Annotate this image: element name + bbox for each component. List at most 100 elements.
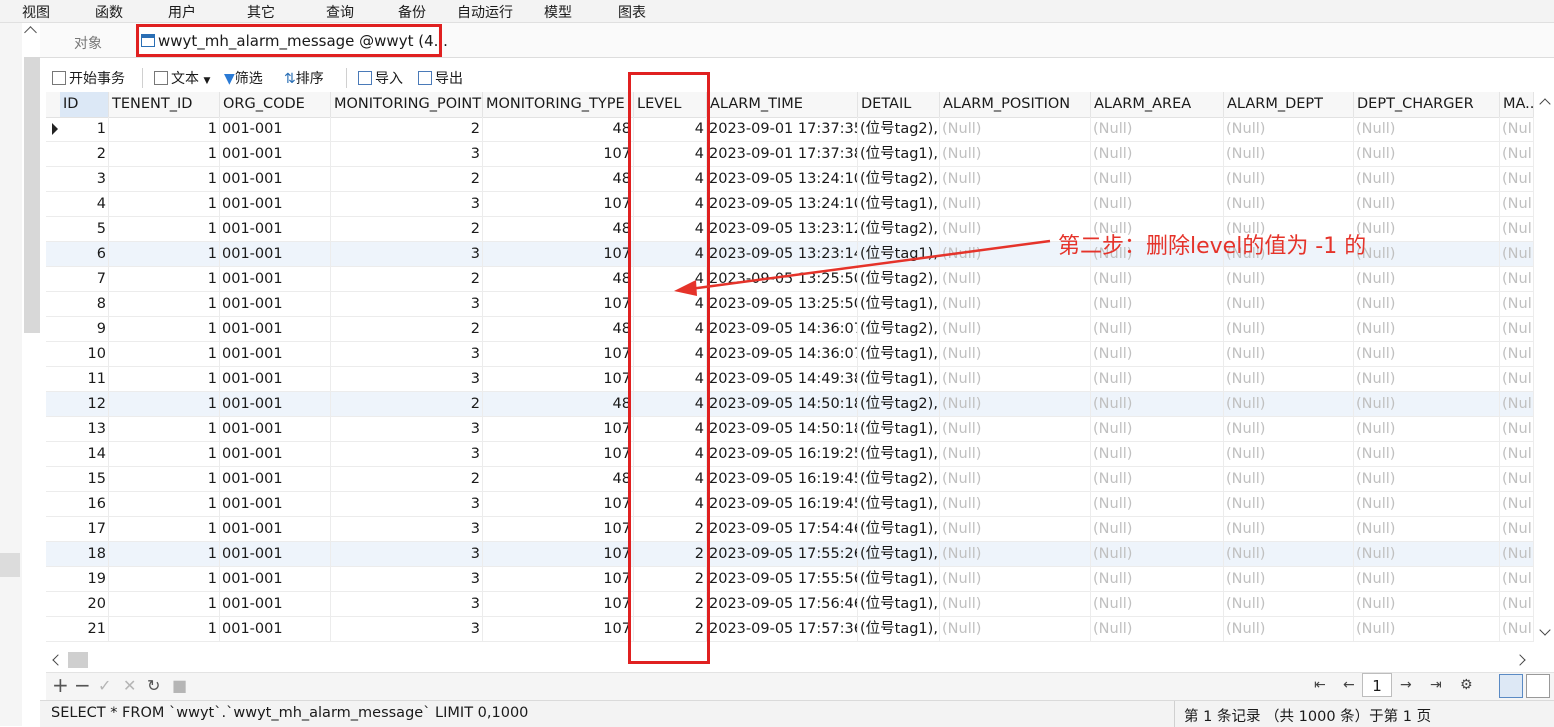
cell-dept-charger[interactable]: (Null)	[1354, 492, 1500, 516]
cell-dept-charger[interactable]: (Null)	[1354, 442, 1500, 466]
cell-alarm-position[interactable]: (Null)	[940, 117, 1091, 141]
cell-dept-charger[interactable]: (Null)	[1354, 192, 1500, 216]
next-page-icon[interactable]: →	[1400, 677, 1412, 693]
cell-monitoring-point[interactable]: 3	[331, 517, 483, 541]
table-row[interactable]: 20 1 001-001 3 107 2 2023-09-05 17:56:46 (位号tag…	[46, 592, 1534, 617]
cell-monitoring-point[interactable]: 2	[331, 117, 483, 141]
cell-more[interactable]: (Null)	[1500, 267, 1534, 291]
cell-alarm-position[interactable]: (Null)	[940, 592, 1091, 616]
cell-more[interactable]: (Null)	[1500, 392, 1534, 416]
cell-dept-charger[interactable]: (Null)	[1354, 517, 1500, 541]
text-button[interactable]: 文本 ▼	[154, 68, 210, 88]
cell-more[interactable]: (Null)	[1500, 217, 1534, 241]
cell-id[interactable]: 20	[60, 592, 109, 616]
cell-alarm-time[interactable]: 2023-09-05 14:50:18	[707, 392, 858, 416]
cell-id[interactable]: 11	[60, 367, 109, 391]
cell-more[interactable]: (Null)	[1500, 592, 1534, 616]
column-header-alarm-time[interactable]: ALARM_TIME	[707, 92, 858, 117]
cell-tenent-id[interactable]: 1	[109, 317, 220, 341]
cell-org-code[interactable]: 001-001	[220, 267, 331, 291]
cell-id[interactable]: 19	[60, 567, 109, 591]
cell-alarm-dept[interactable]: (Null)	[1224, 417, 1354, 441]
cell-monitoring-point[interactable]: 3	[331, 492, 483, 516]
cell-alarm-time[interactable]: 2023-09-05 16:19:45	[707, 467, 858, 491]
column-header-dept-charger[interactable]: DEPT_CHARGER	[1354, 92, 1500, 117]
table-row[interactable]: 9 1 001-001 2 48 4 2023-09-05 14:36:07 (位号tag2)…	[46, 317, 1534, 342]
cell-alarm-position[interactable]: (Null)	[940, 567, 1091, 591]
cell-alarm-position[interactable]: (Null)	[940, 617, 1091, 641]
cell-more[interactable]: (Null)	[1500, 292, 1534, 316]
cell-detail[interactable]: (位号tag2),	[858, 117, 940, 141]
cell-alarm-area[interactable]: (Null)	[1091, 417, 1224, 441]
cell-detail[interactable]: (位号tag1),	[858, 242, 940, 266]
cell-monitoring-type[interactable]: 48	[483, 392, 634, 416]
cell-alarm-position[interactable]: (Null)	[940, 467, 1091, 491]
menu-charts[interactable]: 图表	[618, 2, 646, 22]
scroll-up-icon[interactable]	[1539, 98, 1551, 110]
cell-monitoring-type[interactable]: 107	[483, 542, 634, 566]
cell-alarm-dept[interactable]: (Null)	[1224, 317, 1354, 341]
cell-more[interactable]: (Null)	[1500, 142, 1534, 166]
cell-org-code[interactable]: 001-001	[220, 217, 331, 241]
discard-changes-icon[interactable]: ✕	[123, 676, 136, 695]
cell-alarm-position[interactable]: (Null)	[940, 542, 1091, 566]
cell-monitoring-point[interactable]: 2	[331, 217, 483, 241]
cell-alarm-area[interactable]: (Null)	[1091, 392, 1224, 416]
cell-more[interactable]: (Null)	[1500, 192, 1534, 216]
cell-detail[interactable]: (位号tag1),	[858, 567, 940, 591]
cell-id[interactable]: 15	[60, 467, 109, 491]
cell-monitoring-type[interactable]: 107	[483, 192, 634, 216]
cell-tenent-id[interactable]: 1	[109, 492, 220, 516]
cell-monitoring-type[interactable]: 107	[483, 617, 634, 641]
scroll-down-icon[interactable]	[1539, 624, 1551, 636]
cell-tenent-id[interactable]: 1	[109, 442, 220, 466]
cell-id[interactable]: 8	[60, 292, 109, 316]
stop-icon[interactable]: ■	[172, 676, 187, 695]
cell-monitoring-point[interactable]: 3	[331, 617, 483, 641]
cell-alarm-time[interactable]: 2023-09-05 17:54:46	[707, 517, 858, 541]
tab-objects[interactable]: 对象	[74, 33, 102, 53]
cell-tenent-id[interactable]: 1	[109, 467, 220, 491]
cell-alarm-dept[interactable]: (Null)	[1224, 367, 1354, 391]
cell-alarm-time[interactable]: 2023-09-05 14:49:38	[707, 367, 858, 391]
cell-org-code[interactable]: 001-001	[220, 442, 331, 466]
cell-more[interactable]: (Null)	[1500, 367, 1534, 391]
cell-detail[interactable]: (位号tag2),	[858, 467, 940, 491]
cell-monitoring-point[interactable]: 2	[331, 317, 483, 341]
cell-alarm-area[interactable]: (Null)	[1091, 342, 1224, 366]
cell-id[interactable]: 10	[60, 342, 109, 366]
cell-alarm-dept[interactable]: (Null)	[1224, 492, 1354, 516]
column-header-monitoring-point[interactable]: MONITORING_POINT	[331, 92, 483, 117]
cell-detail[interactable]: (位号tag1),	[858, 342, 940, 366]
previous-page-icon[interactable]: ←	[1343, 677, 1355, 693]
cell-detail[interactable]: (位号tag1),	[858, 192, 940, 216]
table-row[interactable]: 8 1 001-001 3 107 4 2023-09-05 13:25:50 (位号tag1…	[46, 292, 1534, 317]
cell-alarm-time[interactable]: 2023-09-05 16:19:25	[707, 442, 858, 466]
table-row[interactable]: 17 1 001-001 3 107 2 2023-09-05 17:54:46 (位号tag…	[46, 517, 1534, 542]
cell-org-code[interactable]: 001-001	[220, 417, 331, 441]
cell-id[interactable]: 21	[60, 617, 109, 641]
cell-tenent-id[interactable]: 1	[109, 117, 220, 141]
cell-alarm-time[interactable]: 2023-09-05 14:36:07	[707, 317, 858, 341]
cell-dept-charger[interactable]: (Null)	[1354, 592, 1500, 616]
cell-detail[interactable]: (位号tag2),	[858, 392, 940, 416]
cell-org-code[interactable]: 001-001	[220, 542, 331, 566]
begin-transaction-button[interactable]: 开始事务	[52, 68, 125, 88]
menu-backup[interactable]: 备份	[398, 2, 426, 22]
cell-id[interactable]: 4	[60, 192, 109, 216]
cell-id[interactable]: 6	[60, 242, 109, 266]
cell-alarm-area[interactable]: (Null)	[1091, 617, 1224, 641]
cell-alarm-area[interactable]: (Null)	[1091, 117, 1224, 141]
cell-monitoring-type[interactable]: 107	[483, 342, 634, 366]
cell-org-code[interactable]: 001-001	[220, 592, 331, 616]
cell-monitoring-type[interactable]: 48	[483, 467, 634, 491]
table-row[interactable]: 18 1 001-001 3 107 2 2023-09-05 17:55:26 (位号tag…	[46, 542, 1534, 567]
column-header-more[interactable]: MA...	[1500, 92, 1534, 117]
last-page-icon[interactable]: ⇥	[1430, 677, 1442, 693]
column-header-tenent-id[interactable]: TENENT_ID	[109, 92, 220, 117]
cell-more[interactable]: (Null)	[1500, 167, 1534, 191]
table-row[interactable]: 21 1 001-001 3 107 2 2023-09-05 17:57:36 (位号tag…	[46, 617, 1534, 642]
cell-alarm-time[interactable]: 2023-09-05 14:36:07	[707, 342, 858, 366]
menu-view[interactable]: 视图	[22, 2, 50, 22]
cell-detail[interactable]: (位号tag1),	[858, 367, 940, 391]
